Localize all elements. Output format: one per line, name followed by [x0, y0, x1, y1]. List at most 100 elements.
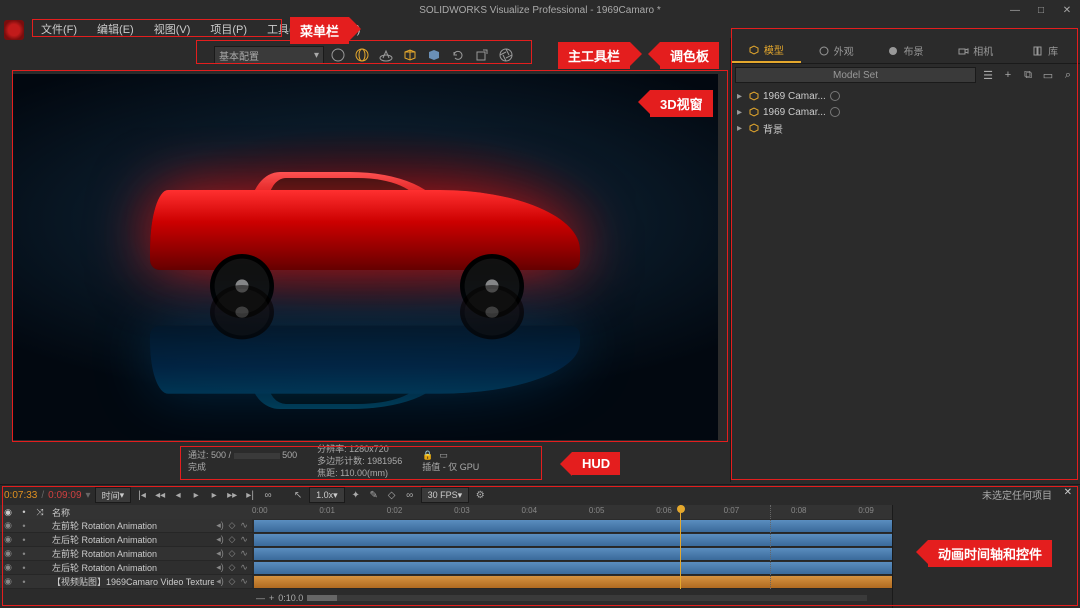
play-icon[interactable]: ▸ — [189, 488, 203, 502]
timeline-clip[interactable] — [254, 576, 916, 588]
menu-file[interactable]: 文件(F) — [32, 20, 86, 38]
settings-icon[interactable]: ⚙ — [473, 488, 487, 502]
eye-icon[interactable]: ◉ — [0, 507, 16, 518]
timeline-row[interactable]: ◉•左前轮 Rotation Animation◂)◇∿ — [0, 547, 252, 561]
ruler-tick: 0:07 — [724, 506, 740, 515]
ruler-tick: 0:04 — [521, 506, 537, 515]
menu-view[interactable]: 视图(V) — [145, 20, 200, 38]
speaker-icon[interactable]: ◂) — [214, 548, 226, 560]
curve-icon[interactable]: ∿ — [238, 534, 250, 546]
curve-icon[interactable]: ∿ — [238, 576, 250, 588]
step-fwd-icon[interactable]: ▸ — [207, 488, 221, 502]
key-icon[interactable]: ◇ — [226, 562, 238, 574]
ruler-tick: 0:09 — [858, 506, 874, 515]
timeline-mode-dropdown[interactable]: 时间 ▾ — [95, 487, 132, 503]
timeline-fps-dropdown[interactable]: 30 FPS ▾ — [421, 487, 470, 503]
key-icon[interactable]: ◇ — [226, 548, 238, 560]
timeline-foot-time: 0:10.0 — [278, 593, 303, 603]
timeline-speed-label: 1.0x — [316, 490, 333, 500]
folder-icon[interactable]: ▭ — [1040, 67, 1056, 83]
prev-frame-icon[interactable]: ◂◂ — [153, 488, 167, 502]
goto-start-icon[interactable]: |◂ — [135, 488, 149, 502]
palette-tab-library[interactable]: 库 — [1010, 38, 1080, 63]
menu-bar: 文件(F) 编辑(E) 视图(V) 项目(P) 工具(T) 帮助(H) — [0, 20, 1080, 38]
window-minimize-button[interactable]: — — [1008, 5, 1022, 16]
timeline-row[interactable]: ◉•左后轮 Rotation Animation◂)◇∿ — [0, 533, 252, 547]
speaker-icon[interactable]: ◂) — [214, 520, 226, 532]
timeline-close-button[interactable]: ✕ — [1064, 487, 1072, 498]
palette-tab-camera[interactable]: 相机 — [940, 38, 1010, 63]
hud-pass-cur: 500 / — [211, 450, 231, 460]
timeline-row[interactable]: ◉•左前轮 Rotation Animation◂)◇∿ — [0, 519, 252, 533]
dot-icon[interactable]: • — [16, 507, 32, 517]
link-icon[interactable]: ∞ — [403, 488, 417, 502]
refresh-icon[interactable] — [448, 45, 468, 65]
key-icon[interactable]: ◇ — [385, 488, 399, 502]
curve-icon[interactable]: ∿ — [238, 548, 250, 560]
timeline-clip[interactable] — [254, 520, 966, 532]
config-dropdown[interactable]: 基本配置▾ — [214, 46, 324, 64]
curve-icon[interactable]: ∿ — [238, 562, 250, 574]
ring-icon[interactable] — [830, 91, 840, 101]
lock-icon[interactable]: 🔒 — [422, 450, 433, 462]
callout-timeline: 动画时间轴和控件 — [928, 540, 1052, 567]
timeline-zoom-slider[interactable] — [307, 595, 867, 601]
timeline-row[interactable]: ◉•【视频贴图】1969Camaro Video Texture Animati… — [0, 575, 252, 589]
ruler-tick: 0:05 — [589, 506, 605, 515]
wand-icon[interactable]: ✦ — [349, 488, 363, 502]
search-icon[interactable]: ⌕ — [1060, 67, 1076, 83]
copy-icon[interactable]: ⧉ — [1020, 67, 1036, 83]
tree-item[interactable]: ▸1969 Camar... — [737, 88, 1074, 104]
timeline-clip[interactable] — [254, 534, 966, 546]
curve-icon[interactable]: ∿ — [238, 520, 250, 532]
loop-icon[interactable]: ∞ — [261, 488, 275, 502]
ring-icon[interactable] — [830, 107, 840, 117]
palette-tab-camera-label: 相机 — [973, 43, 993, 58]
chip-icon[interactable]: ▭ — [439, 450, 448, 462]
pen-icon[interactable]: ✎ — [367, 488, 381, 502]
hud-pass-label: 通过: — [188, 450, 209, 460]
cube-wire-icon[interactable] — [400, 45, 420, 65]
palette-tab-scene[interactable]: 布景 — [871, 38, 941, 63]
cursor-icon[interactable]: ↖ — [291, 488, 305, 502]
tree-item[interactable]: ▸背景 — [737, 120, 1074, 136]
globe-icon[interactable] — [352, 45, 372, 65]
viewport-3d[interactable] — [12, 74, 718, 440]
ruler-tick: 0:02 — [387, 506, 403, 515]
speaker-icon[interactable]: ◂) — [214, 562, 226, 574]
cube-solid-icon[interactable] — [424, 45, 444, 65]
stagger-icon[interactable]: ⤨ — [32, 507, 48, 518]
list-view-icon[interactable]: ☰ — [980, 67, 996, 83]
palette-dropdown[interactable]: Model Set — [735, 67, 976, 83]
window-maximize-button[interactable]: □ — [1034, 5, 1048, 16]
tree-item[interactable]: ▸1969 Camar... — [737, 104, 1074, 120]
turntable-icon[interactable] — [376, 45, 396, 65]
timeline-zoom-handle[interactable] — [307, 595, 337, 601]
speaker-icon[interactable]: ◂) — [214, 576, 226, 588]
goto-end-icon[interactable]: ▸| — [243, 488, 257, 502]
timeline-playhead[interactable] — [680, 505, 681, 589]
add-icon[interactable]: + — [1000, 67, 1016, 83]
timeline-time-total: 0:09:09 — [48, 490, 81, 501]
next-frame-icon[interactable]: ▸▸ — [225, 488, 239, 502]
history-icon[interactable] — [328, 45, 348, 65]
config-dropdown-label: 基本配置 — [219, 48, 259, 63]
timeline-speed-dropdown[interactable]: 1.0x ▾ — [309, 487, 345, 503]
speaker-icon[interactable]: ◂) — [214, 534, 226, 546]
menu-project[interactable]: 项目(P) — [201, 20, 256, 38]
key-icon[interactable]: ◇ — [226, 534, 238, 546]
menu-edit[interactable]: 编辑(E) — [88, 20, 143, 38]
timeline-clip[interactable] — [254, 562, 966, 574]
step-back-icon[interactable]: ◂ — [171, 488, 185, 502]
ruler-tick: 0:03 — [454, 506, 470, 515]
timeline-row[interactable]: ◉•左后轮 Rotation Animation◂)◇∿ — [0, 561, 252, 575]
palette-tab-model[interactable]: 模型 — [731, 38, 801, 63]
timeline-clip[interactable] — [254, 548, 966, 560]
aperture-icon[interactable] — [496, 45, 516, 65]
window-close-button[interactable]: ✕ — [1060, 5, 1074, 16]
key-icon[interactable]: ◇ — [226, 520, 238, 532]
export-icon[interactable] — [472, 45, 492, 65]
key-icon[interactable]: ◇ — [226, 576, 238, 588]
tree-item-label: 1969 Camar... — [763, 91, 826, 102]
palette-tab-appearance[interactable]: 外观 — [801, 38, 871, 63]
